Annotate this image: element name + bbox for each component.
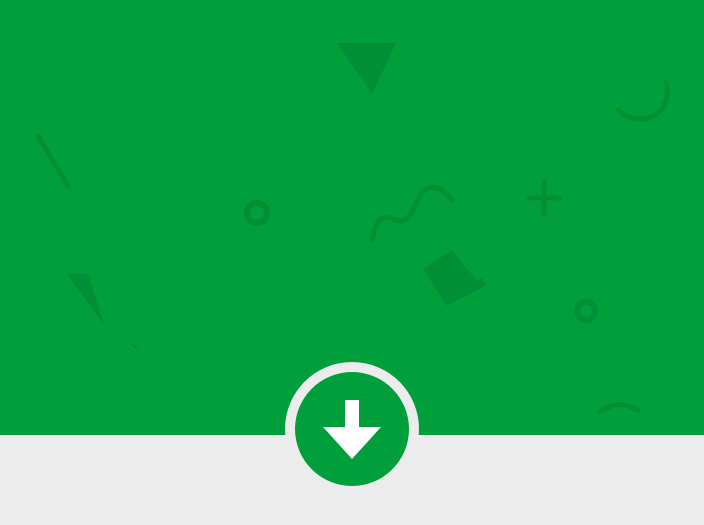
arc-shape [597,402,641,415]
arrow-down-icon [323,400,381,459]
circle-shape [574,299,598,323]
arc-shape [615,79,670,122]
circle-shape [244,200,270,226]
download-button[interactable] [295,372,409,486]
line-shape [35,133,71,189]
triangle-shape [337,43,396,94]
wave-shape [369,185,455,243]
square-shape [423,250,481,306]
triangle-shape [67,274,104,325]
download-page [0,0,704,525]
triangle-shape [128,343,139,351]
